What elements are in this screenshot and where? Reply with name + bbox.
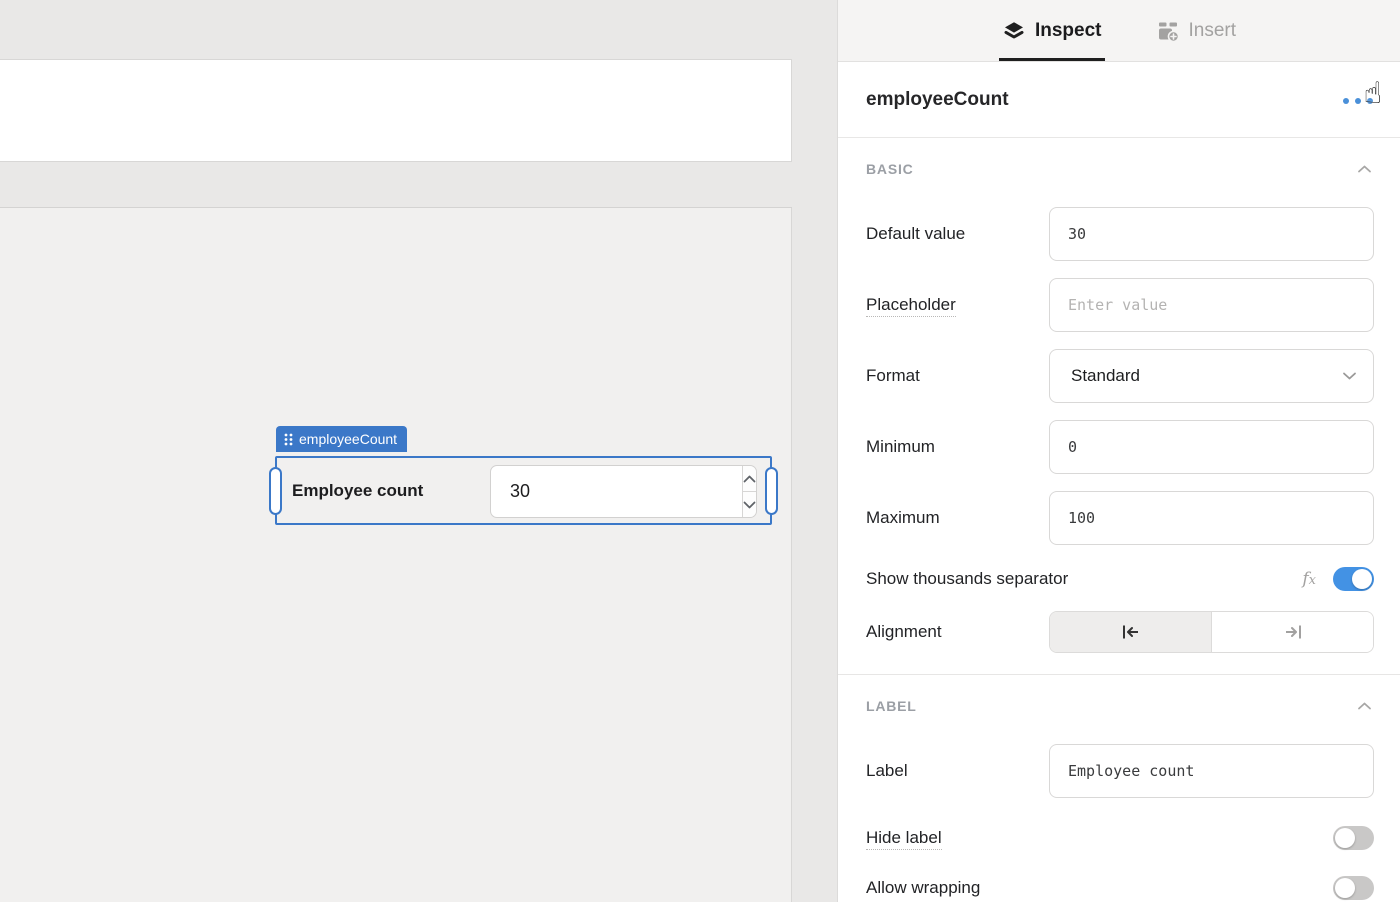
ellipsis-icon: [1343, 98, 1373, 104]
field-row-thousands-separator: Show thousands separator fx: [838, 557, 1400, 601]
spinner-down-button[interactable]: [743, 492, 756, 517]
placeholder-input[interactable]: [1049, 278, 1374, 332]
placeholder-label: Placeholder: [866, 295, 1049, 317]
layers-icon: [1004, 21, 1024, 38]
inspector-body: BASIC Default value Placeholder: [838, 138, 1400, 902]
field-row-default-value: Default value: [838, 207, 1400, 261]
inspector-header: employeeCount ☝: [838, 62, 1400, 138]
default-value-input[interactable]: [1049, 207, 1374, 261]
canvas-header-container[interactable]: [0, 59, 792, 162]
section-label-header: LABEL: [838, 675, 1400, 714]
resize-handle-right[interactable]: [765, 466, 778, 515]
collapse-label-button[interactable]: [1357, 701, 1372, 711]
fx-icon[interactable]: fx: [1302, 569, 1316, 589]
field-row-label: Label: [838, 744, 1400, 798]
tab-inspect-label: Inspect: [1034, 19, 1102, 41]
field-row-minimum: Minimum: [838, 420, 1400, 474]
tab-insert[interactable]: Insert: [1156, 0, 1237, 61]
section-label-title: LABEL: [866, 698, 917, 714]
tab-insert-label: Insert: [1188, 19, 1237, 41]
canvas-region: employeeCount Employee count: [0, 0, 837, 902]
format-select[interactable]: Standard: [1049, 349, 1374, 403]
more-menu-button[interactable]: [1342, 92, 1374, 110]
component-tag-label: employeeCount: [299, 431, 398, 447]
alignment-segmented-control: [1049, 611, 1374, 653]
maximum-input[interactable]: [1049, 491, 1374, 545]
hide-label-label: Hide label: [866, 828, 942, 850]
tab-inspect[interactable]: Inspect: [998, 0, 1105, 61]
number-input-field[interactable]: [491, 466, 742, 517]
resize-handle-left[interactable]: [269, 466, 282, 515]
format-select-value: Standard: [1071, 366, 1140, 385]
field-row-hide-label: Hide label: [838, 816, 1400, 860]
field-row-maximum: Maximum: [838, 491, 1400, 545]
canvas-substrip: [0, 162, 792, 208]
number-spinner: [742, 466, 756, 517]
insert-component-icon: [1158, 22, 1179, 42]
component-tag[interactable]: employeeCount: [276, 426, 408, 452]
app-screen: employeeCount Employee count 30 Inspect …: [0, 0, 1400, 902]
drag-handle-icon: [284, 433, 293, 445]
field-row-alignment: Alignment: [838, 611, 1400, 653]
collapse-basic-button[interactable]: [1357, 164, 1372, 174]
field-row-allow-wrapping: Allow wrapping: [838, 866, 1400, 902]
align-left-icon: [1122, 625, 1138, 639]
thousands-separator-label: Show thousands separator: [866, 569, 1069, 588]
alignment-label: Alignment: [866, 622, 942, 641]
maximum-label: Maximum: [866, 508, 940, 527]
align-right-icon: [1285, 625, 1301, 639]
number-input-component[interactable]: Employee count: [269, 456, 778, 525]
chevron-down-icon: [743, 501, 756, 508]
format-label: Format: [866, 366, 920, 385]
chevron-up-icon: [743, 475, 756, 482]
inspector-panel: Inspect Insert employeeCount ☝ BASIC Def…: [837, 0, 1400, 902]
minimum-label: Minimum: [866, 437, 935, 456]
allow-wrapping-label: Allow wrapping: [866, 878, 981, 897]
field-row-placeholder: Placeholder: [838, 278, 1400, 332]
thousands-separator-toggle[interactable]: [1333, 567, 1374, 591]
hide-label-toggle[interactable]: [1333, 826, 1374, 850]
component-name-title: employeeCount: [866, 88, 1009, 110]
section-basic-title: BASIC: [866, 161, 914, 177]
default-value-label: Default value: [866, 224, 966, 243]
section-basic-header: BASIC: [838, 138, 1400, 177]
allow-wrapping-toggle[interactable]: [1333, 876, 1374, 900]
align-right-button[interactable]: [1212, 612, 1373, 652]
field-row-format: Format Standard: [838, 349, 1400, 403]
minimum-input[interactable]: [1049, 420, 1374, 474]
canvas[interactable]: employeeCount Employee count: [0, 208, 792, 902]
inspector-tabbar: Inspect Insert: [838, 0, 1400, 62]
chevron-up-icon: [1358, 165, 1371, 173]
label-input[interactable]: [1049, 744, 1374, 798]
align-left-button[interactable]: [1050, 612, 1212, 652]
label-field-label: Label: [866, 761, 908, 780]
chevron-up-icon: [1358, 702, 1371, 710]
spinner-up-button[interactable]: [743, 466, 756, 492]
number-input-widget: [490, 465, 757, 518]
chevron-down-icon: [1343, 372, 1356, 380]
